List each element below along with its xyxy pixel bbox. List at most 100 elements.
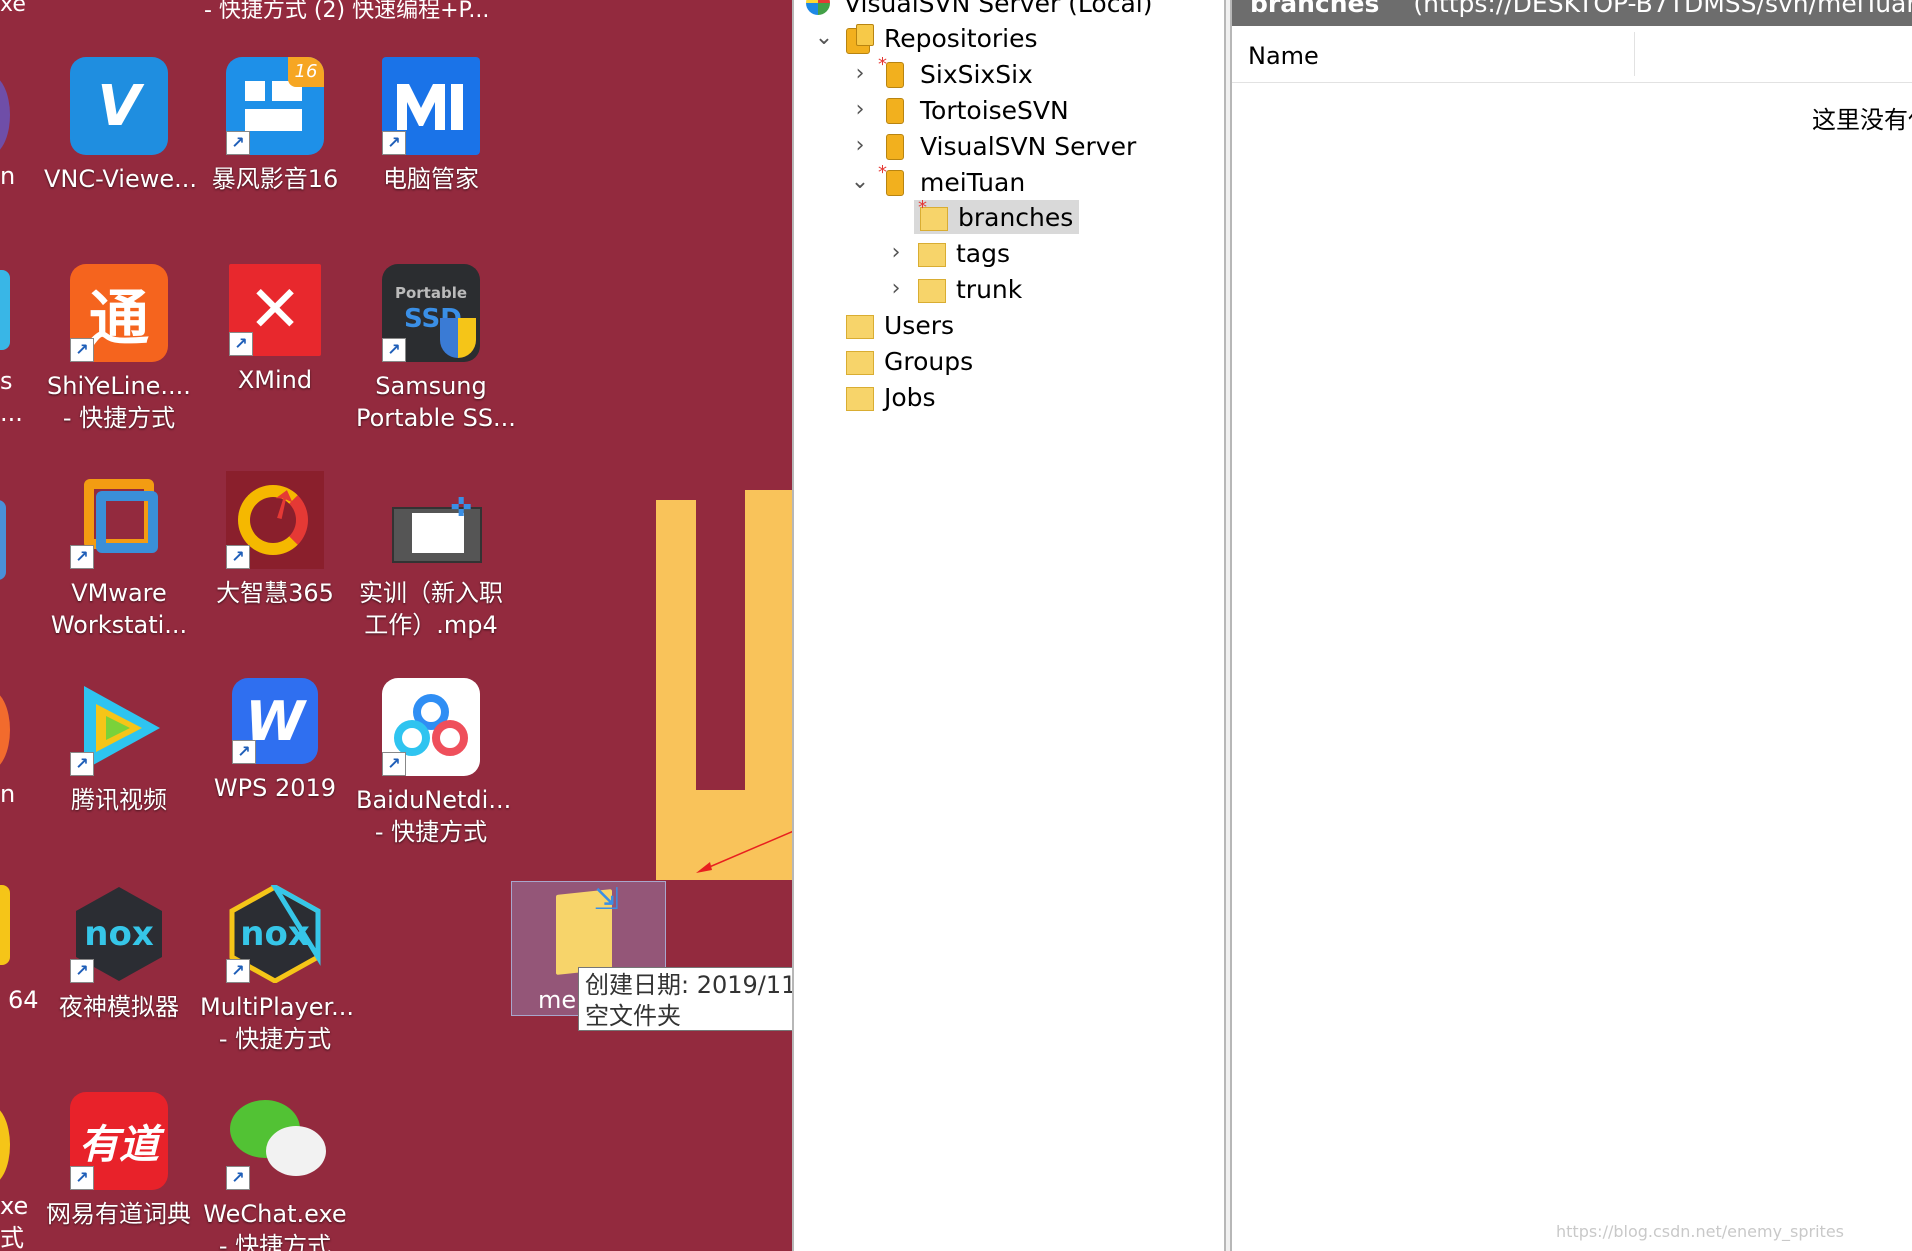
desktop-area[interactable]: xe - 快捷方式 (2) 快速编程+P... n s ... n 64 xe … [0,0,792,1251]
desktop-icon-nox-multiplayer[interactable]: nox ↗ MultiPlayer... - 快捷方式 [200,885,354,1055]
edge-icon-partial[interactable] [0,75,10,155]
content-header: branches (https://DESKTOP-B7TDMSS/svn/me… [1232,0,1912,26]
desktop-icon-label: 暴风影音16 [211,165,339,193]
desktop-icon-label: 夜神模拟器 [59,993,179,1021]
repositories-icon [844,24,874,54]
shortcut-arrow-icon: ↗ [382,752,406,776]
vmware-icon: ↗ [70,471,168,569]
desktop-icon-shiyeline[interactable]: 通 ↗ ShiYeLine.... - 快捷方式 [44,264,194,434]
desktop-icon-baidu-netdisk[interactable]: ↗ BaiduNetdi... - 快捷方式 [356,678,511,848]
shortcut-arrow-icon: ↗ [226,959,250,983]
tree-item-repo-tortoisesvn[interactable]: › TortoiseSVN [848,93,1069,127]
repository-icon: * [878,162,910,196]
desktop-icon-pc-manager[interactable]: ↗ 电脑管家 [356,57,506,195]
desktop-icon-vnc-viewer[interactable]: V VNC-Viewe... [44,57,197,195]
desktop-icon-video-file[interactable]: ✜ 实训（新入职 工作）.mp4 [356,471,506,641]
vnc-viewer-icon: V [70,57,168,155]
xmind-icon: ✕ ↗ [229,264,321,356]
desktop-icon-wps[interactable]: W ↗ WPS 2019 [200,678,350,804]
content-header-title: branches [1250,0,1380,18]
edge-label: 式 [0,1224,24,1251]
tree-label: Users [884,310,955,340]
shortcut-arrow-icon: ↗ [226,131,250,155]
desktop-top-label-left: xe [0,0,26,17]
desktop-icon-label: - 快捷方式 [218,1025,332,1053]
uac-shield-icon [440,318,476,358]
folder-icon [844,383,874,411]
content-panel[interactable]: branches (https://DESKTOP-B7TDMSS/svn/me… [1232,0,1912,1251]
desktop-icon-youdao[interactable]: 有道 ↗ 网易有道词典 [44,1092,194,1230]
tree-item-tags[interactable]: › tags [884,236,1010,270]
desktop-icon-label: VNC-Viewe... [44,165,197,193]
desktop-icon-baofeng[interactable]: 16 ↗ 暴风影音16 [200,57,350,195]
watermark-text: https://blog.csdn.net/enemy_sprites [1556,1222,1844,1241]
shortcut-arrow-icon: ↗ [70,959,94,983]
edge-icon-partial[interactable] [0,1105,10,1185]
content-header-url: (https://DESKTOP-B7TDMSS/svn/meiTuan/bra… [1413,0,1912,18]
wechat-icon: ↗ [226,1092,326,1190]
tree-label: Groups [884,346,974,376]
desktop-icon-label: 工作）.mp4 [364,611,498,639]
chevron-right-icon[interactable]: › [848,98,872,122]
tree-item-repo-visualsvn-server[interactable]: › VisualSVN Server [848,129,1137,163]
edge-icon-partial[interactable] [0,885,10,965]
column-header-row: Name [1232,26,1912,83]
desktop-icon-dazhihui[interactable]: ➚ ↗ 大智慧365 [200,471,350,609]
tree-item-trunk[interactable]: › trunk [884,272,1023,306]
edge-icon-partial[interactable] [0,500,6,580]
server-globe-icon [804,0,834,17]
shortcut-arrow-icon: ↗ [70,1166,94,1190]
tree-item-repo-sixsixsix[interactable]: › * SixSixSix [848,54,1033,91]
repository-icon: * [878,54,910,88]
wallpaper-shape [656,500,696,830]
chevron-right-icon[interactable]: › [848,62,872,86]
shortcut-arrow-icon: ↗ [382,131,406,155]
baidu-netdisk-icon: ↗ [382,678,480,776]
desktop-icon-vmware[interactable]: ↗ VMware Workstati... [44,471,194,641]
desktop-icon-label: WeChat.exe [203,1200,347,1228]
desktop-icon-tencent-video[interactable]: ↗ 腾讯视频 [44,678,194,816]
shortcut-arrow-icon: ↗ [382,338,406,362]
tree-label: VisualSVN Server [920,131,1137,161]
chevron-right-icon[interactable]: › [848,134,872,158]
desktop-icon-xmind[interactable]: ✕ ↗ XMind [200,264,350,396]
desktop-icon-samsung-ssd[interactable]: Portable SSD ↗ Samsung Portable SS... [356,264,516,434]
wps-icon: W ↗ [232,678,318,764]
desktop-icon-label: 电脑管家 [383,165,479,193]
edge-label: n [0,162,16,190]
desktop-icon-wechat[interactable]: ↗ WeChat.exe - 快捷方式 [200,1092,350,1251]
tree-label: Repositories [884,23,1038,53]
edge-icon-partial[interactable] [0,690,10,770]
desktop-icon-label: - 快捷方式 [62,404,176,432]
repository-icon [880,132,910,160]
youdao-icon: 有道 ↗ [70,1092,168,1190]
shortcut-arrow-icon: ↗ [229,332,253,356]
tree-item-jobs[interactable]: Jobs [844,380,936,414]
tree-item-groups[interactable]: Groups [844,344,973,378]
desktop-icon-nox[interactable]: nox ↗ 夜神模拟器 [44,885,194,1023]
tree-item-users[interactable]: Users [844,308,954,342]
edge-label: s [0,367,13,395]
tree-item-repositories[interactable]: ⌄ Repositories [812,21,1038,55]
folder-icon [844,311,874,339]
chevron-down-icon[interactable]: ⌄ [848,170,872,194]
chevron-down-icon[interactable]: ⌄ [812,26,836,50]
pc-manager-icon: ↗ [382,57,480,155]
desktop-icon-label: 腾讯视频 [71,786,167,814]
column-header-name[interactable]: Name [1248,42,1319,70]
tree-label: VisualSVN Server (Local) [844,0,1153,18]
tree-item-branches[interactable]: * branches [914,197,1080,234]
chevron-right-icon[interactable]: › [884,277,908,301]
tree-item-repo-meituan[interactable]: ⌄ * meiTuan [848,162,1025,199]
shortcut-arrow-icon: ↗ [226,1166,250,1190]
chevron-right-icon[interactable]: › [884,241,908,265]
tooltip-created-date: 创建日期: 2019/11/4 19:31 [585,971,792,999]
desktop-icon-label: 大智慧365 [216,579,334,607]
tree-item-server-root[interactable]: VisualSVN Server (Local) [804,0,1152,20]
edge-icon-partial[interactable] [0,270,10,350]
column-divider[interactable] [1634,32,1635,76]
samsung-badge-text: Portable [394,284,468,302]
shortcut-arrow-icon: ↗ [232,740,256,764]
svn-tree-panel[interactable]: VisualSVN Server (Local) ⌄ Repositories … [792,0,1226,1251]
shortcut-arrow-icon: ↗ [70,545,94,569]
